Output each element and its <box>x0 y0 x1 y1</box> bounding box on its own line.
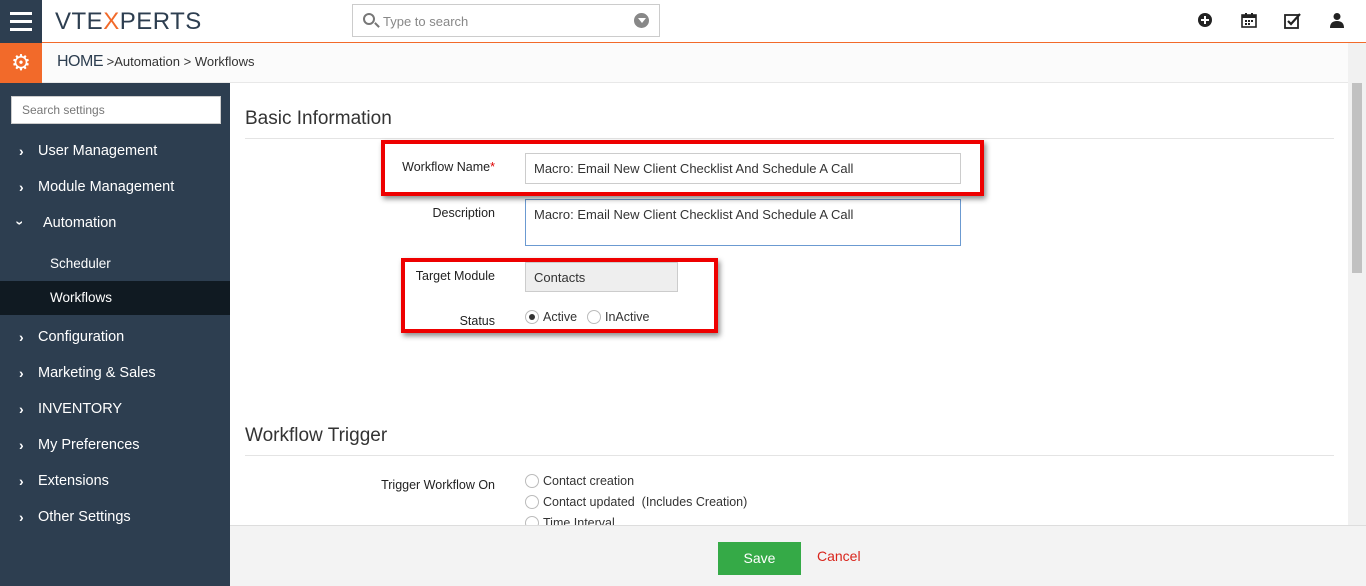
chevron-down-icon: › <box>12 220 29 226</box>
sidebar-item-my-preferences[interactable]: › My Preferences <box>0 427 230 463</box>
sidebar-subitem-workflows[interactable]: Workflows <box>0 281 230 315</box>
sidebar-subitem-scheduler[interactable]: Scheduler <box>0 247 230 281</box>
radio-label: Time Interval <box>543 516 615 525</box>
top-bar: VTEXPERTS Type to search <box>0 0 1366 43</box>
breadcrumb-workflows: Workflows <box>194 54 255 69</box>
gear-icon: ⚙ <box>11 50 31 75</box>
sidebar-item-extensions[interactable]: › Extensions <box>0 463 230 499</box>
save-button[interactable]: Save <box>718 542 801 575</box>
calendar-icon[interactable] <box>1240 12 1258 30</box>
radio-unchecked-icon <box>525 516 539 525</box>
divider <box>245 455 1334 456</box>
basic-information-title: Basic Information <box>245 108 392 129</box>
search-settings-input[interactable]: Search settings <box>11 96 221 124</box>
chevron-right-icon: › <box>19 509 24 525</box>
trigger-contact-updated-radio[interactable]: Contact updated (Includes Creation) <box>525 495 747 509</box>
sidebar-item-label: Marketing & Sales <box>38 365 156 381</box>
workflow-trigger-title: Workflow Trigger <box>245 425 388 446</box>
sidebar-item-label: Other Settings <box>38 509 131 525</box>
sidebar-item-automation[interactable]: › Automation <box>0 205 230 241</box>
chevron-right-icon: › <box>19 329 24 345</box>
form-footer: Save Cancel <box>230 525 1366 586</box>
sidebar-item-label: Configuration <box>38 329 125 345</box>
search-placeholder: Type to search <box>383 14 469 29</box>
chevron-right-icon: › <box>19 437 24 453</box>
search-icon <box>363 13 375 25</box>
hamburger-icon <box>10 12 32 15</box>
chevron-right-icon: › <box>19 401 24 417</box>
sidebar-item-label: My Preferences <box>38 437 140 453</box>
chevron-down-icon[interactable] <box>634 13 649 28</box>
top-icons <box>1196 12 1346 30</box>
radio-label: Contact creation <box>543 474 635 488</box>
highlight-box-target-status <box>401 258 718 333</box>
sidebar-item-module-management[interactable]: › Module Management <box>0 169 230 205</box>
logo: VTEXPERTS <box>55 8 202 35</box>
main-content: Basic Information Workflow Name* Macro: … <box>230 83 1348 525</box>
task-check-icon[interactable] <box>1284 12 1302 30</box>
sidebar-item-label: User Management <box>38 143 158 159</box>
description-label: Description <box>432 206 495 220</box>
hamburger-icon-bar <box>10 20 32 23</box>
breadcrumb-separator: > <box>183 54 192 69</box>
user-icon[interactable] <box>1328 12 1346 30</box>
sidebar-item-label: Workflows <box>50 290 113 305</box>
sidebar-item-label: Automation <box>43 215 117 231</box>
scrollbar-thumb[interactable] <box>1352 83 1362 273</box>
highlight-box-workflow-name <box>381 140 984 196</box>
sidebar-item-label: Extensions <box>38 473 109 489</box>
radio-unchecked-icon <box>525 474 539 488</box>
chevron-right-icon: › <box>19 143 24 159</box>
breadcrumb: HOME >Automation > Workflows <box>57 53 255 71</box>
sidebar-item-label: Scheduler <box>50 256 111 271</box>
global-search-input[interactable]: Type to search <box>352 4 660 37</box>
cancel-link[interactable]: Cancel <box>817 548 861 564</box>
radio-unchecked-icon <box>525 495 539 509</box>
hamburger-menu-button[interactable] <box>0 0 42 43</box>
sidebar-item-configuration[interactable]: › Configuration <box>0 319 230 355</box>
chevron-right-icon: › <box>19 179 24 195</box>
page-scrollbar[interactable] <box>1348 43 1366 525</box>
trigger-contact-creation-radio[interactable]: Contact creation <box>525 474 634 488</box>
sidebar-item-other-settings[interactable]: › Other Settings <box>0 499 230 535</box>
trigger-time-interval-radio[interactable]: Time Interval <box>525 516 615 525</box>
add-icon[interactable] <box>1196 12 1214 30</box>
description-textarea[interactable]: Macro: Email New Client Checklist And Sc… <box>525 199 961 246</box>
settings-sidebar: Search settings › User Management › Modu… <box>0 83 230 586</box>
trigger-workflow-on-label: Trigger Workflow On <box>381 478 495 492</box>
sidebar-item-label: Module Management <box>38 179 175 195</box>
sidebar-item-inventory[interactable]: › INVENTORY <box>0 391 230 427</box>
hamburger-icon-bar <box>10 28 32 31</box>
breadcrumb-home[interactable]: HOME <box>57 53 104 70</box>
settings-gear-button[interactable]: ⚙ <box>0 43 42 83</box>
chevron-right-icon: › <box>19 473 24 489</box>
breadcrumb-bar: ⚙ HOME >Automation > Workflows <box>0 43 1366 83</box>
radio-label: Contact updated (Includes Creation) <box>543 495 748 509</box>
sidebar-item-marketing-sales[interactable]: › Marketing & Sales <box>0 355 230 391</box>
sidebar-item-user-management[interactable]: › User Management <box>0 133 230 169</box>
divider <box>245 138 1334 139</box>
sidebar-item-label: INVENTORY <box>38 401 123 417</box>
chevron-right-icon: › <box>19 365 24 381</box>
breadcrumb-automation[interactable]: Automation <box>114 54 180 69</box>
